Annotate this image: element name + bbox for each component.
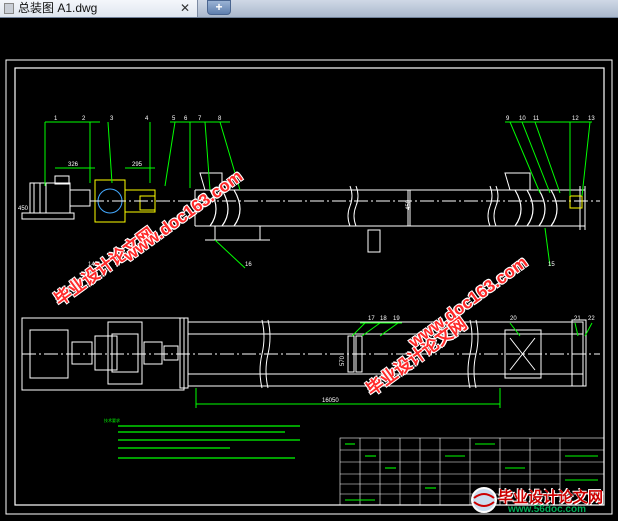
close-icon[interactable]: ✕ bbox=[180, 1, 190, 16]
site-logo: 毕业设计论文网 www.56doc.com bbox=[468, 484, 618, 516]
part-label-1: 1 bbox=[54, 116, 58, 122]
part-label-15: 16 bbox=[245, 262, 252, 268]
technical-notes: 技术要求 bbox=[104, 417, 300, 459]
part-label-8: 8 bbox=[218, 116, 222, 122]
dwg-file-icon bbox=[4, 3, 14, 14]
part-label-21: 21 bbox=[574, 316, 581, 322]
tab-bar: 总装图 A1.dwg ✕ + bbox=[0, 0, 618, 18]
elevation-view bbox=[21, 172, 600, 253]
part-label-5: 5 bbox=[172, 116, 176, 122]
part-label-10: 10 bbox=[519, 116, 526, 122]
svg-text:技术要求: 技术要求 bbox=[104, 417, 120, 423]
document-tab[interactable]: 总装图 A1.dwg ✕ bbox=[0, 0, 198, 17]
logo-url: www.56doc.com bbox=[508, 504, 586, 515]
part-label-3: 3 bbox=[110, 116, 114, 122]
new-tab-button[interactable]: + bbox=[207, 0, 231, 15]
part-label-2: 2 bbox=[82, 116, 86, 122]
part-label-19: 19 bbox=[393, 316, 400, 322]
dim-570: 570 bbox=[340, 355, 346, 366]
inner-frame bbox=[14, 67, 605, 506]
part-label-16: 15 bbox=[548, 262, 555, 268]
plan-view bbox=[21, 317, 600, 391]
dim-16050: 16050 bbox=[322, 398, 339, 404]
tab-title: 总装图 A1.dwg bbox=[18, 1, 98, 15]
motor-body bbox=[29, 182, 71, 214]
part-label-20: 20 bbox=[510, 316, 517, 322]
part-label-22: 22 bbox=[588, 316, 595, 322]
reducer-plan bbox=[107, 321, 143, 385]
dim-326: 326 bbox=[68, 162, 79, 168]
globe-icon bbox=[471, 487, 497, 513]
outlet-chute bbox=[214, 225, 261, 241]
part-label-12: 12 bbox=[572, 116, 579, 122]
screw-flights bbox=[209, 189, 558, 227]
part-label-9: 9 bbox=[506, 116, 510, 122]
part-label-7: 7 bbox=[198, 116, 202, 122]
part-labels: 1 2 3 4 5 6 7 8 9 10 11 12 13 14 16 15 3… bbox=[18, 116, 595, 268]
part-label-6: 6 bbox=[184, 116, 188, 122]
part-label-11: 11 bbox=[533, 116, 540, 122]
part-label-4: 4 bbox=[145, 116, 149, 122]
dim-mid: 450 bbox=[406, 199, 412, 210]
part-label-13: 13 bbox=[588, 116, 595, 122]
drawing-canvas[interactable]: 1 2 3 4 5 6 7 8 9 10 11 12 13 14 16 15 3… bbox=[0, 18, 618, 516]
dim-left: 450 bbox=[18, 206, 29, 212]
part-label-17: 17 bbox=[368, 316, 375, 322]
outer-frame bbox=[5, 59, 613, 515]
dim-295: 295 bbox=[132, 162, 143, 168]
part-label-18: 18 bbox=[380, 316, 387, 322]
